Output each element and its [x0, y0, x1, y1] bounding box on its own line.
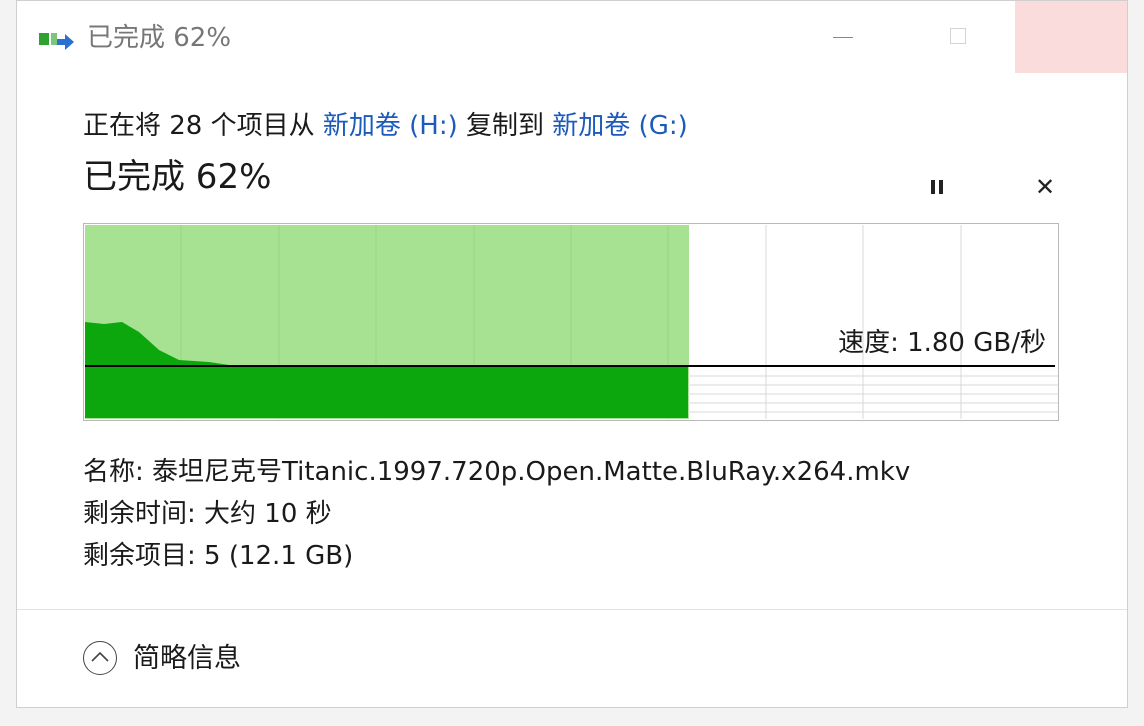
speed-label: 速度: 1.80 GB/秒	[838, 328, 1046, 358]
details-panel: 名称: 泰坦尼克号Titanic.1997.720p.Open.Matte.Bl…	[83, 451, 910, 577]
speed-graph-canvas	[85, 225, 1058, 419]
minimize-button[interactable]	[807, 1, 879, 73]
copy-transfer-icon	[37, 29, 77, 53]
pause-icon	[931, 180, 935, 194]
pause-button[interactable]	[919, 171, 955, 203]
pause-icon-bar	[939, 180, 943, 194]
copy-middle: 复制到	[457, 111, 553, 141]
progress-heading: 已完成 62%	[83, 157, 272, 197]
items-remaining: 剩余项目: 5 (12.1 GB)	[83, 541, 354, 571]
destination-location-link[interactable]: 新加卷 (G:)	[552, 111, 687, 141]
close-button[interactable]	[1015, 1, 1127, 73]
copy-description: 正在将 28 个项目从 新加卷 (H:) 复制到 新加卷 (G:)	[83, 109, 688, 143]
time-remaining: 剩余时间: 大约 10 秒	[83, 499, 332, 529]
fewer-details-label: 简略信息	[133, 643, 241, 674]
source-location-link[interactable]: 新加卷 (H:)	[323, 111, 458, 141]
title-bar: 已完成 62%	[17, 1, 1127, 73]
chevron-up-icon	[83, 641, 117, 675]
window-title: 已完成 62%	[87, 23, 232, 53]
speed-graph: 速度: 1.80 GB/秒	[83, 223, 1059, 421]
file-name: 名称: 泰坦尼克号Titanic.1997.720p.Open.Matte.Bl…	[83, 457, 911, 487]
maximize-button[interactable]	[923, 1, 995, 73]
footer-divider	[17, 609, 1127, 610]
cancel-button[interactable]: ✕	[1029, 171, 1061, 203]
copy-prefix: 正在将 28 个项目从	[83, 111, 323, 141]
copy-progress-dialog: 已完成 62% 正在将 28 个项目从 新加卷 (H:) 复制到 新加卷 (G:…	[16, 0, 1128, 708]
